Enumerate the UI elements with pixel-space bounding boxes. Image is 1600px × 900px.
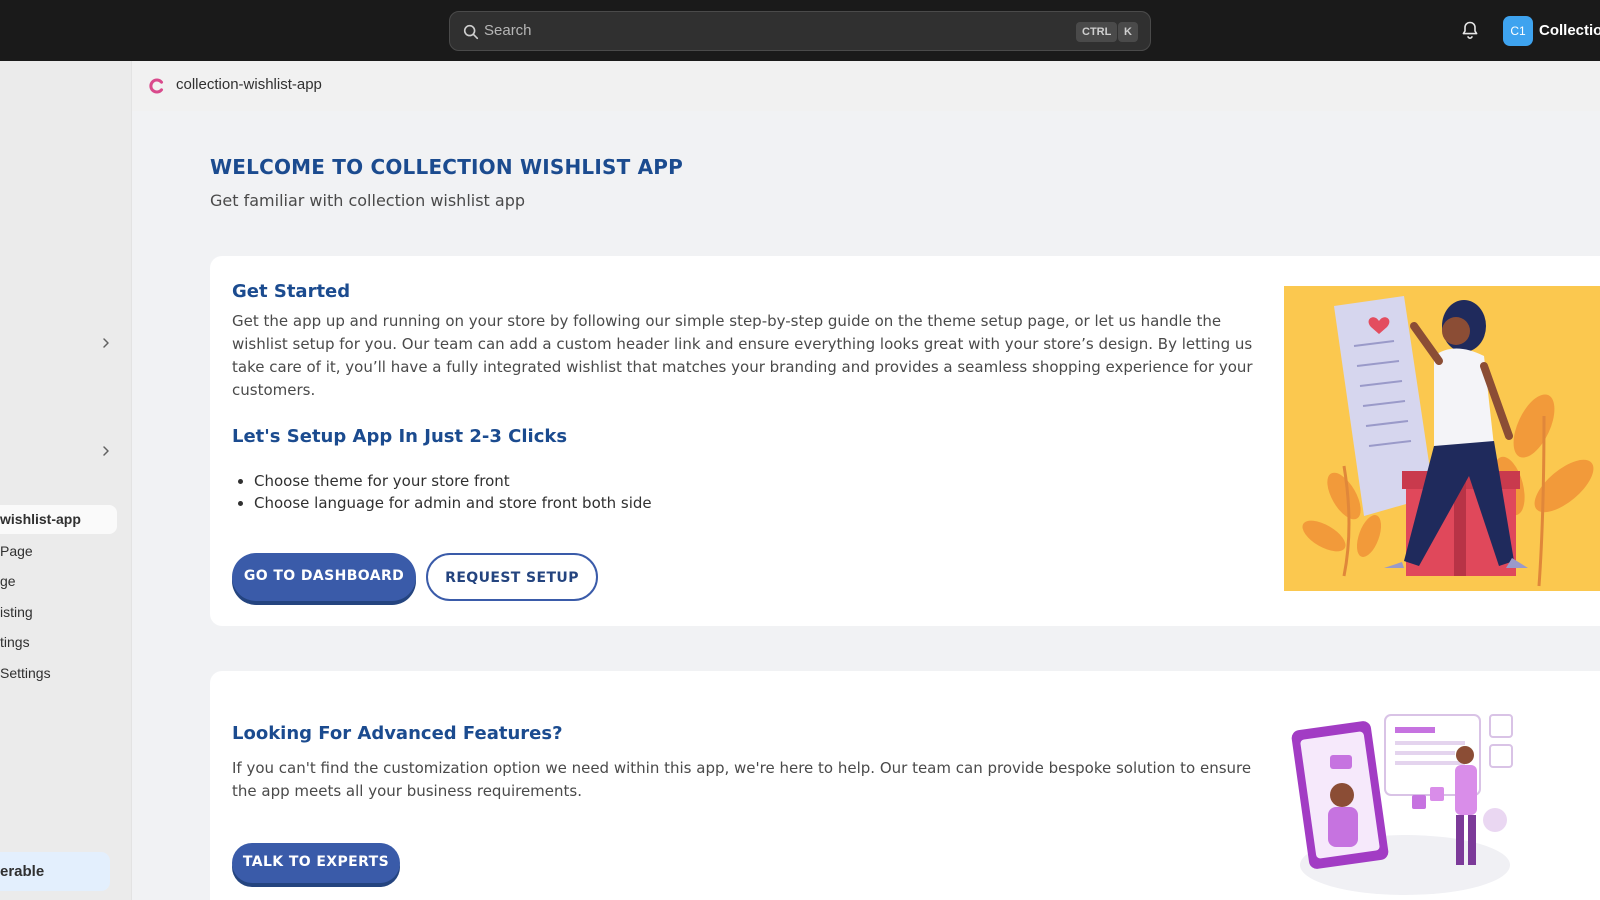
get-started-body: Get the app up and running on your store…	[232, 312, 1253, 399]
advanced-body: If you can't find the customization opti…	[232, 759, 1252, 800]
setup-heading: Let's Setup App In Just 2-3 Clicks	[232, 426, 568, 447]
app-name: collection-wishlist-app	[176, 76, 322, 93]
chevron-right-icon[interactable]	[100, 337, 112, 349]
get-started-card: Get Started Get the app up and running o…	[210, 256, 1600, 626]
sidebar-item[interactable]: tings	[0, 634, 30, 650]
page-subtitle: Get familiar with collection wishlist ap…	[210, 191, 526, 210]
go-to-dashboard-button[interactable]: GO TO DASHBOARD	[232, 553, 416, 601]
sidebar-item[interactable]: ge	[0, 573, 16, 589]
store-name: Collection	[1539, 22, 1600, 39]
setup-steps: Choose theme for your store front Choose…	[254, 470, 652, 514]
sidebar: e e wishlist-app Page ge isting tings Se…	[0, 61, 132, 900]
bell-icon[interactable]	[1460, 20, 1480, 40]
page-title: WELCOME TO COLLECTION WISHLIST APP	[210, 155, 684, 179]
request-setup-button[interactable]: REQUEST SETUP	[426, 553, 598, 601]
talk-to-experts-button[interactable]: TALK TO EXPERTS	[232, 843, 400, 883]
avatar: C1	[1503, 16, 1533, 46]
advanced-features-card: Looking For Advanced Features? If you ca…	[210, 671, 1600, 900]
sidebar-item-active[interactable]: wishlist-app	[0, 505, 117, 534]
search-icon	[463, 24, 479, 40]
sidebar-bottom-item[interactable]: erable	[0, 852, 110, 891]
advanced-heading: Looking For Advanced Features?	[232, 723, 563, 744]
sidebar-bottom-label: erable	[0, 863, 45, 880]
top-bar: Search CTRL K C1 Collection	[0, 0, 1600, 61]
chevron-right-icon[interactable]	[100, 445, 112, 457]
main-content: WELCOME TO COLLECTION WISHLIST APP Get f…	[132, 111, 1600, 900]
experts-illustration	[1291, 714, 1513, 895]
get-started-heading: Get Started	[232, 281, 351, 302]
sidebar-item-label: wishlist-app	[0, 511, 81, 527]
sidebar-item[interactable]: Settings	[0, 665, 51, 681]
shortcut-ctrl-key: CTRL	[1076, 22, 1118, 42]
list-item: Choose theme for your store front	[254, 470, 652, 492]
search-placeholder: Search	[484, 22, 532, 39]
app-header: collection-wishlist-app	[132, 61, 1600, 111]
wishlist-illustration	[1284, 286, 1600, 591]
app-logo-icon	[149, 78, 163, 94]
shortcut-k-key: K	[1118, 22, 1138, 42]
list-item: Choose language for admin and store fron…	[254, 492, 652, 514]
sidebar-item[interactable]: Page	[0, 543, 33, 559]
search-bar[interactable]: Search CTRL K	[449, 11, 1151, 51]
sidebar-item[interactable]: isting	[0, 604, 33, 620]
